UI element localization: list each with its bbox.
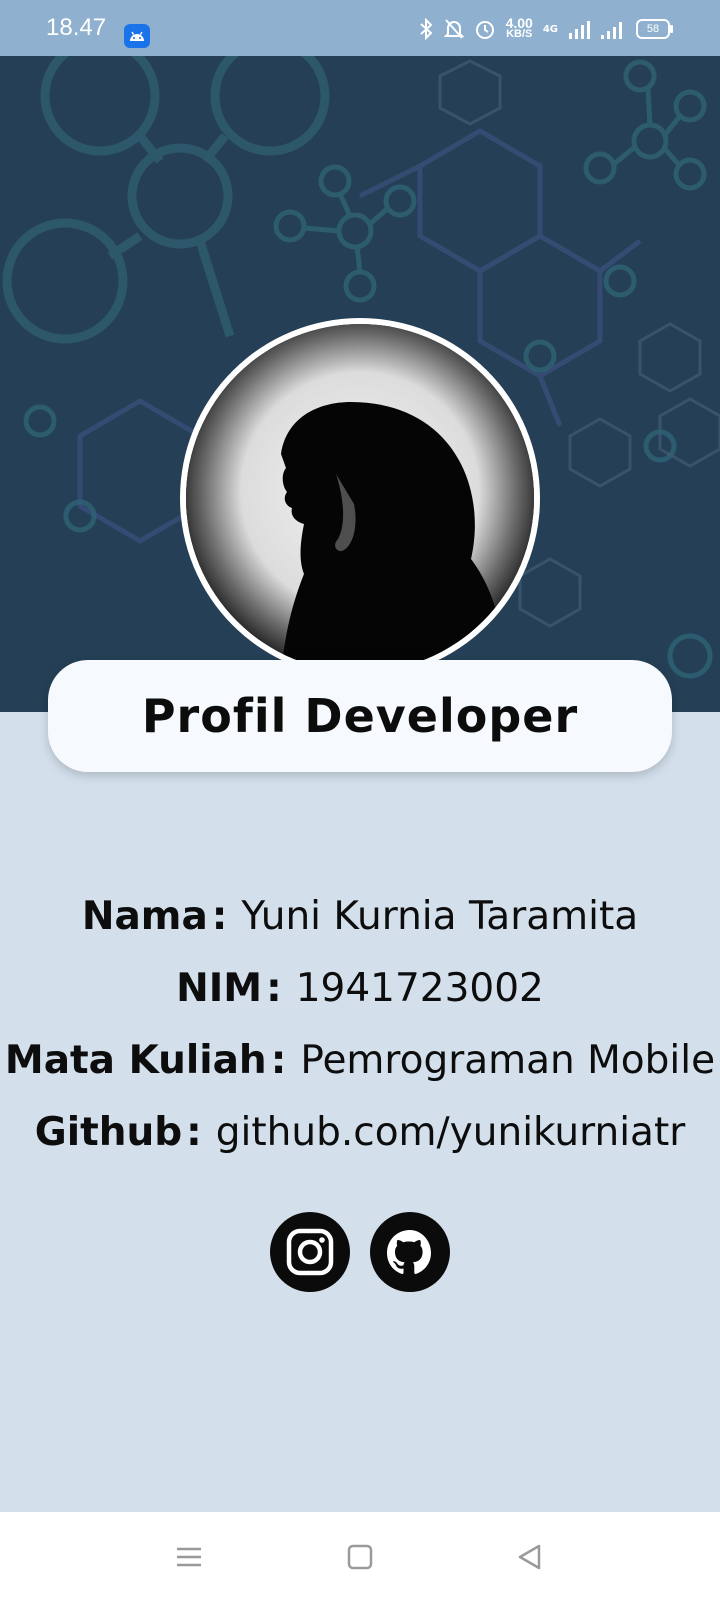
profile-separator: : xyxy=(270,1037,287,1083)
profile-separator: : xyxy=(211,893,228,939)
avatar xyxy=(180,318,540,678)
signal-icon xyxy=(601,22,622,39)
title-card: Profil Developer xyxy=(48,660,672,772)
profile-row-mata-kuliah: Mata Kuliah : Pemrograman Mobile xyxy=(0,1024,720,1096)
home-icon[interactable] xyxy=(345,1542,375,1572)
battery-level: 58 xyxy=(646,23,660,35)
profile-value: github.com/yunikurniatr xyxy=(215,1109,686,1155)
profile-row-nim: NIM : 1941723002 xyxy=(0,952,720,1024)
network-speed: 4.00 KB/S xyxy=(506,16,533,40)
profile-label: Github xyxy=(34,1109,183,1155)
github-icon[interactable] xyxy=(370,1212,450,1292)
social-links xyxy=(0,1212,720,1292)
profile-separator: : xyxy=(186,1109,202,1155)
signal-icon xyxy=(569,21,590,39)
profile-value: Yuni Kurnia Taramita xyxy=(241,893,639,939)
menu-icon[interactable] xyxy=(174,1542,204,1572)
profile-row-nama: Nama : Yuni Kurnia Taramita xyxy=(0,880,720,952)
profile-info: Nama : Yuni Kurnia Taramita NIM : 194172… xyxy=(0,880,720,1168)
profile-label: NIM xyxy=(176,965,263,1011)
back-icon[interactable] xyxy=(515,1542,545,1572)
speed-unit: KB/S xyxy=(506,28,533,40)
page-title: Profil Developer xyxy=(141,689,579,743)
status-time: 18.47 xyxy=(46,14,107,41)
avatar-photo xyxy=(186,324,534,672)
profile-label: Mata Kuliah xyxy=(4,1037,267,1083)
status-bar: 18.47 4.00 KB/S 4G 58 xyxy=(0,0,720,56)
android-icon xyxy=(124,24,150,48)
navigation-bar xyxy=(0,1512,720,1600)
alarm-icon xyxy=(475,21,494,39)
battery-icon: 58 xyxy=(636,19,673,39)
profile-row-github: Github : github.com/yunikurniatr xyxy=(0,1096,720,1168)
network-type: 4G xyxy=(542,23,558,35)
profile-value: Pemrograman Mobile xyxy=(300,1037,716,1083)
instagram-icon[interactable] xyxy=(270,1212,350,1292)
profile-value: 1941723002 xyxy=(295,965,544,1011)
profile-label: Nama xyxy=(81,893,208,939)
header-banner xyxy=(0,56,720,712)
bell-off-icon xyxy=(443,19,464,39)
bluetooth-icon xyxy=(419,18,433,40)
profile-separator: : xyxy=(266,965,282,1011)
